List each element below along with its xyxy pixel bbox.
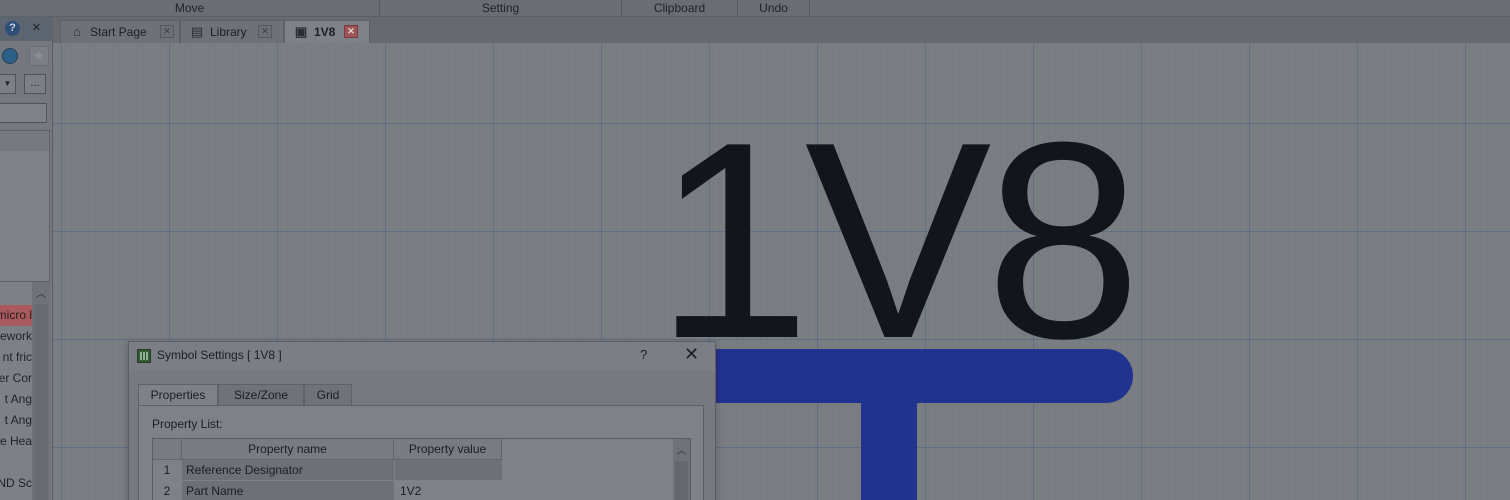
globe-icon[interactable] (2, 48, 18, 64)
document-tabbar: ⌂ Start Page ✕ ▤ Library ✕ ▣ 1V8 ✕ (53, 17, 1510, 43)
dialog-titlebar[interactable]: Symbol Settings [ 1V8 ] ? ✕ (129, 342, 715, 371)
close-icon[interactable]: × (32, 19, 41, 36)
property-list-label: Property List: (152, 417, 223, 431)
row-number: 1 (163, 463, 171, 477)
search-input[interactable] (0, 103, 47, 123)
list-item[interactable]: nt fric (0, 347, 32, 368)
close-button[interactable]: ✕ (684, 344, 699, 365)
column-header-property-value[interactable]: Property value (394, 439, 502, 460)
close-tab-icon[interactable]: ✕ (344, 25, 358, 38)
ribbon-group-undo: Undo (738, 0, 810, 17)
column-header-property-name[interactable]: Property name (182, 439, 394, 460)
list-item[interactable]: ND Sc (0, 473, 32, 494)
list-item[interactable]: er Cor (0, 368, 32, 389)
book-icon: ▤ (190, 24, 204, 39)
list-item[interactable]: t Ang (0, 389, 32, 410)
tab-start-page[interactable]: ⌂ Start Page ✕ (60, 20, 180, 43)
panel-titlebar: ? × (0, 17, 53, 41)
property-value-cell[interactable]: 1V2 (394, 481, 502, 500)
preview-box (0, 130, 50, 286)
ribbon-group-move: Move (0, 0, 380, 17)
home-icon: ⌂ (73, 24, 81, 39)
app-icon (137, 349, 151, 363)
ribbon-group-labels: Move Setting Clipboard Undo (0, 0, 1510, 17)
close-tab-icon[interactable]: ✕ (160, 25, 174, 38)
part-list: micro l rework nt fric er Cor t Ang t An… (0, 281, 50, 500)
app-window: Move Setting Clipboard Undo ? × ★ ▼ ... … (0, 0, 1510, 500)
row-number-header (153, 439, 182, 460)
library-panel: ? × ★ ▼ ... micro l rework nt fric er Co… (0, 17, 53, 500)
list-item[interactable]: micro l (0, 305, 32, 326)
tab-size-zone[interactable]: Size/Zone (218, 384, 304, 406)
list-item[interactable]: e Hea (0, 431, 32, 452)
dialog-title: Symbol Settings [ 1V8 ] (157, 348, 282, 362)
property-name-cell[interactable]: Reference Designator (182, 460, 394, 481)
preview-header (0, 131, 49, 151)
close-tab-icon[interactable]: ✕ (258, 25, 272, 38)
symbol-stem-shape[interactable] (861, 399, 917, 500)
help-icon[interactable]: ? (5, 21, 20, 36)
browse-button[interactable]: ... (24, 74, 46, 94)
ribbon-group-clipboard: Clipboard (622, 0, 738, 17)
ribbon-group-setting: Setting (380, 0, 622, 17)
tab-1v8[interactable]: ▣ 1V8 ✕ (284, 20, 370, 43)
category-dropdown[interactable]: ▼ (0, 74, 16, 94)
help-button[interactable]: ? (640, 347, 647, 362)
property-value-cell[interactable] (394, 460, 502, 481)
chevron-up-icon[interactable]: ︿ (33, 288, 49, 302)
property-name-cell[interactable]: Part Name (182, 481, 394, 500)
chevron-up-icon[interactable]: ︿ (674, 445, 689, 459)
symbol-settings-dialog: Symbol Settings [ 1V8 ] ? ✕ Properties S… (128, 341, 716, 500)
tab-library[interactable]: ▤ Library ✕ (180, 20, 284, 43)
symbol-bar-shape[interactable] (711, 349, 1133, 403)
scroll-thumb[interactable] (675, 461, 688, 500)
star-icon[interactable]: ★ (29, 46, 49, 66)
properties-panel: Property List: Property name Property va… (138, 405, 704, 500)
table-scrollbar[interactable]: ︿ (673, 439, 690, 500)
list-item[interactable]: rework (0, 326, 32, 347)
list-scrollbar[interactable]: ︿ (32, 282, 50, 500)
symbol-file-icon: ▣ (294, 24, 308, 39)
list-item[interactable]: t Ang (0, 410, 32, 431)
tab-properties[interactable]: Properties (138, 384, 218, 406)
symbol-label-text[interactable]: 1V8 (655, 101, 1141, 381)
scroll-thumb[interactable] (34, 304, 48, 500)
row-number: 2 (163, 484, 171, 498)
property-table: Property name Property value 1 Reference… (152, 438, 691, 500)
tab-grid[interactable]: Grid (304, 384, 352, 406)
